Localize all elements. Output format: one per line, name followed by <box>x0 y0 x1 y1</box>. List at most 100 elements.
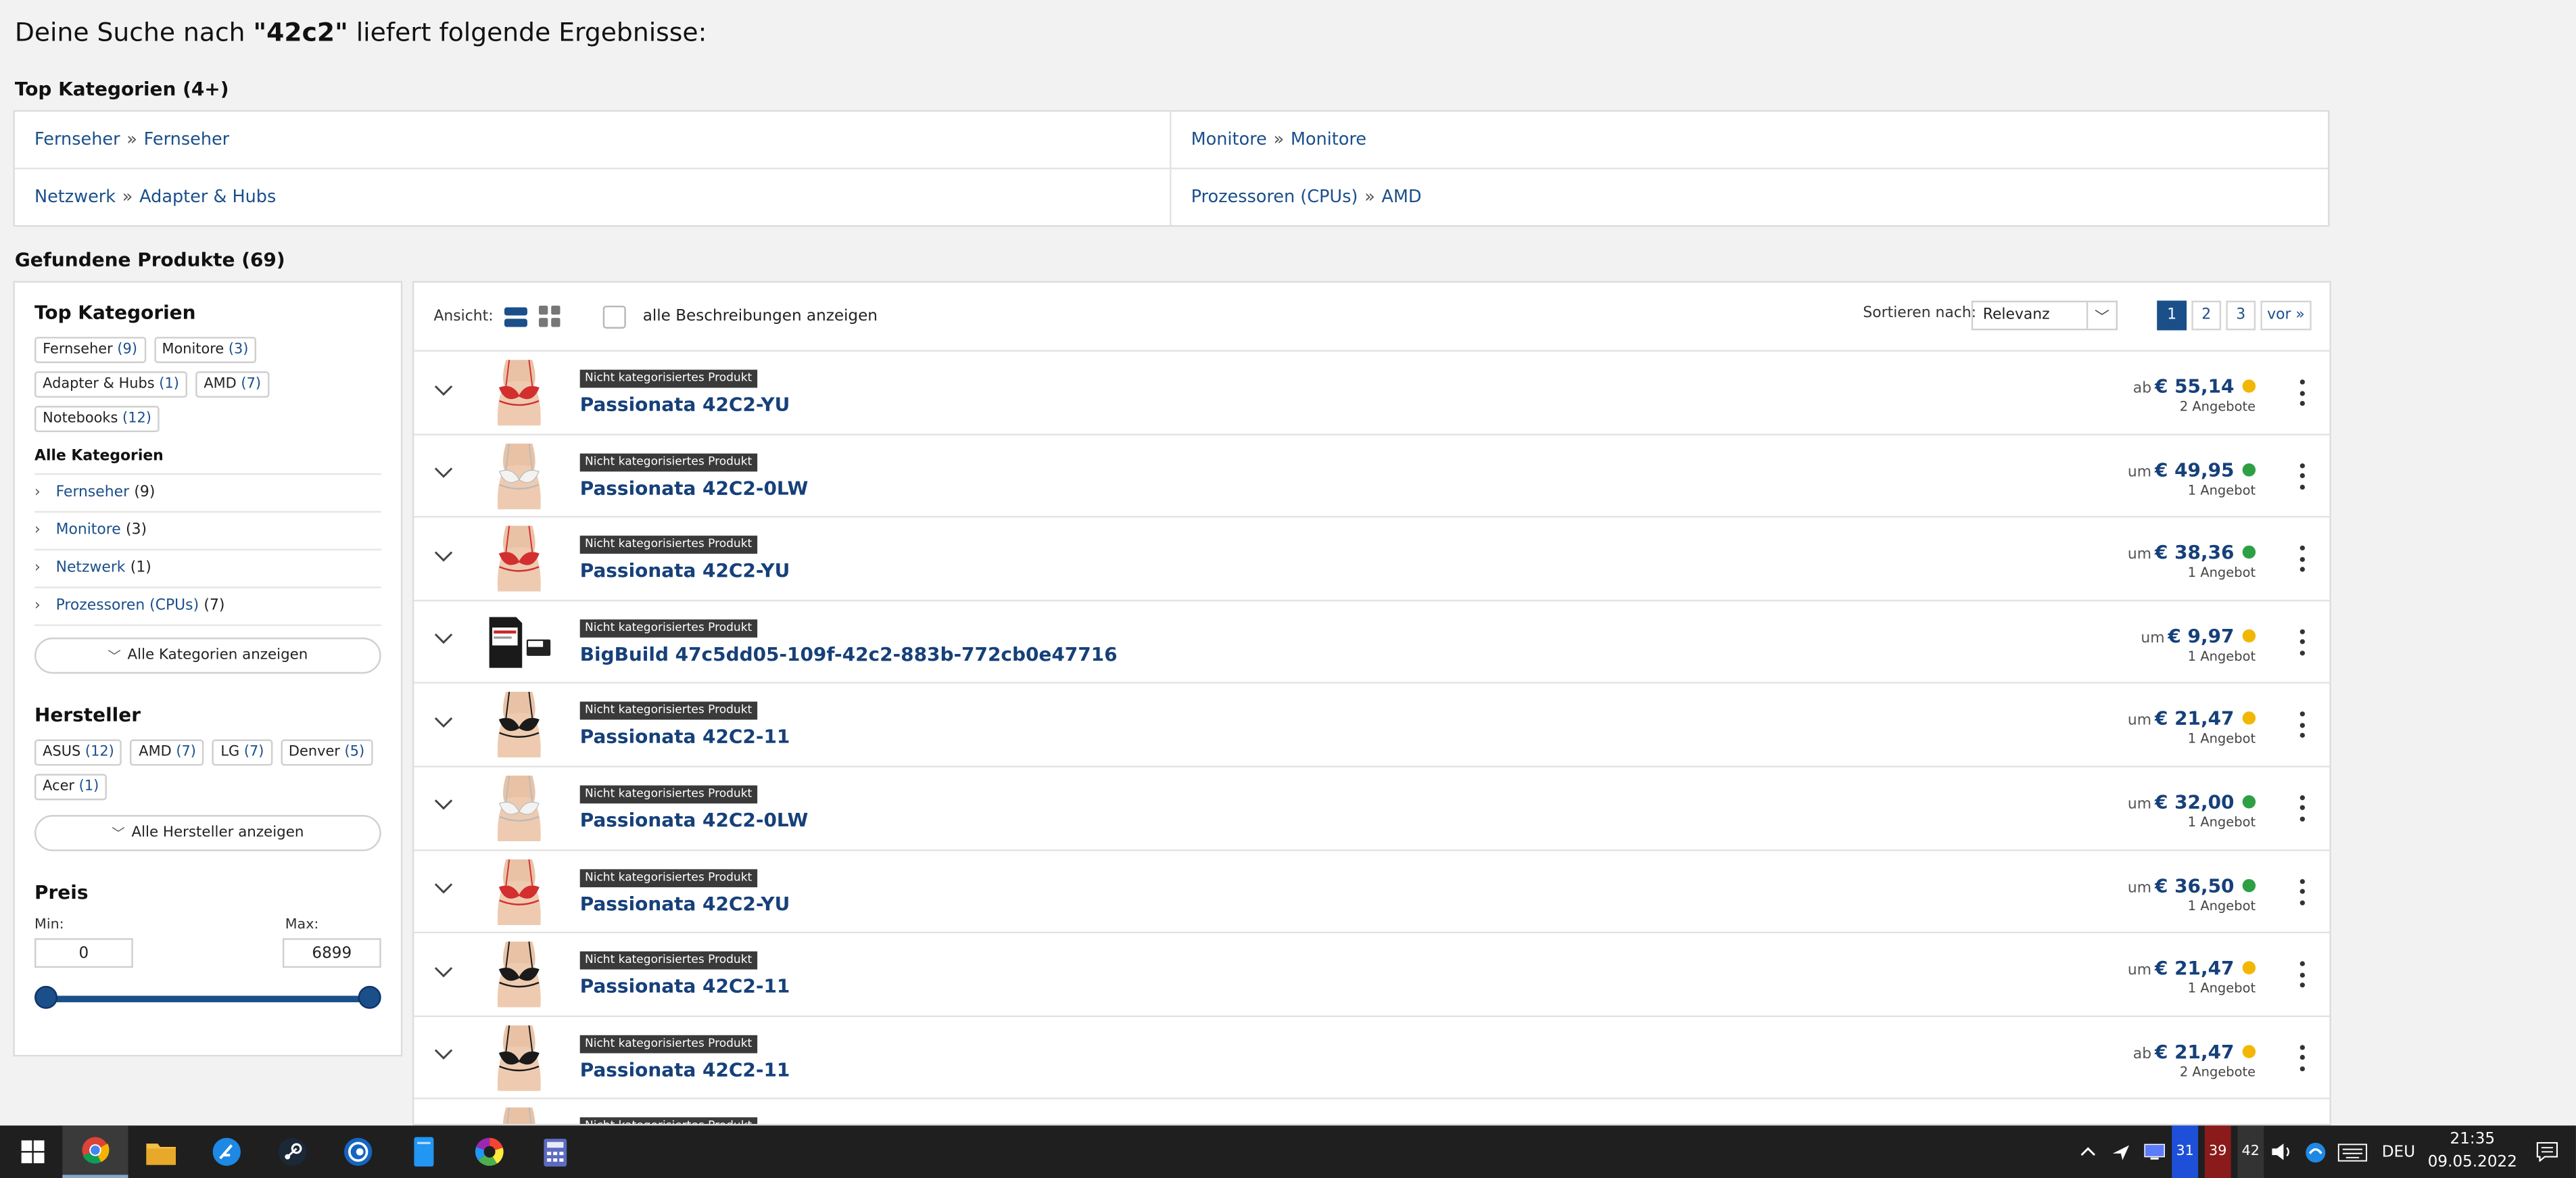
expand-chevron-icon[interactable] <box>433 629 453 649</box>
top-category-chip[interactable]: Adapter & Hubs (1) <box>34 371 188 398</box>
product-thumbnail[interactable] <box>486 360 552 426</box>
tray-badge-gray[interactable]: 42 <box>2237 1125 2264 1178</box>
uplay-icon[interactable] <box>325 1125 391 1178</box>
edge-icon[interactable] <box>2301 1125 2328 1178</box>
product-thumbnail[interactable] <box>486 609 552 675</box>
price-min-input[interactable] <box>34 938 133 968</box>
monitor-tray-icon[interactable] <box>2141 1125 2167 1178</box>
product-thumbnail[interactable] <box>486 525 552 592</box>
language-indicator[interactable]: DEU <box>2377 1125 2420 1178</box>
product-row[interactable]: Nicht kategorisiertes Produkt Passionata … <box>414 851 2330 934</box>
product-row[interactable]: Nicht kategorisiertes Produkt Passionata … <box>414 684 2330 768</box>
product-title-link[interactable]: Passionata 42C2-YU <box>580 891 790 914</box>
price-slider-min-handle[interactable] <box>34 985 58 1009</box>
product-title-link[interactable]: Passionata 42C2-YU <box>580 393 790 416</box>
tray-expand-icon[interactable] <box>2075 1125 2101 1178</box>
all-category-item[interactable]: › Netzwerk (1) <box>34 550 381 588</box>
calculator-icon[interactable] <box>523 1125 588 1178</box>
expand-chevron-icon[interactable] <box>433 379 453 399</box>
all-category-item[interactable]: › Monitore (3) <box>34 513 381 550</box>
top-category-parent-link[interactable]: Monitore <box>1191 129 1267 149</box>
price-max-input[interactable] <box>282 938 381 968</box>
windows-start-icon[interactable] <box>0 1125 66 1178</box>
keyboard-icon[interactable] <box>2335 1125 2370 1178</box>
expand-chevron-icon[interactable] <box>433 878 453 898</box>
product-row[interactable]: Nicht kategorisiertes Produkt Passionata … <box>414 934 2330 1017</box>
manufacturer-chip[interactable]: Denver (5) <box>280 739 373 766</box>
color-wheel-icon[interactable] <box>456 1125 522 1178</box>
manufacturer-chip[interactable]: LG (7) <box>212 739 272 766</box>
expand-chevron-icon[interactable] <box>433 1045 453 1064</box>
more-options-icon[interactable] <box>2295 961 2308 988</box>
pagination-page-2[interactable]: 2 <box>2191 300 2222 331</box>
product-row[interactable]: Nicht kategorisiertes Produkt Passionata … <box>414 518 2330 601</box>
product-thumbnail[interactable] <box>486 941 552 1008</box>
manufacturer-chip[interactable]: AMD (7) <box>130 739 205 766</box>
more-options-icon[interactable] <box>2295 712 2308 738</box>
manufacturer-chip[interactable]: Acer (1) <box>34 774 108 801</box>
expand-chevron-icon[interactable] <box>433 546 453 565</box>
product-thumbnail[interactable] <box>486 692 552 759</box>
tray-badge-red[interactable]: 39 <box>2204 1125 2231 1178</box>
product-row[interactable]: Nicht kategorisiertes Produkt Passionata … <box>414 1016 2330 1100</box>
product-title-link[interactable]: Passionata 42C2-0LW <box>580 476 809 499</box>
more-options-icon[interactable] <box>2295 463 2308 490</box>
more-options-icon[interactable] <box>2295 1044 2308 1071</box>
top-category-parent-link[interactable]: Netzwerk <box>34 187 116 206</box>
product-row[interactable]: Nicht kategorisiertes Produkt Passionata … <box>414 768 2330 851</box>
top-category-chip[interactable]: Fernseher (9) <box>34 337 146 363</box>
top-category-chip[interactable]: Monitore (3) <box>153 337 257 363</box>
expand-chevron-icon[interactable] <box>433 712 453 732</box>
pagination-page-1[interactable]: 1 <box>2157 300 2187 331</box>
top-category-child-link[interactable]: Monitore <box>1291 129 1366 149</box>
top-category-child-link[interactable]: Adapter & Hubs <box>139 187 276 206</box>
product-title-link[interactable]: Passionata 42C2-11 <box>580 1058 790 1081</box>
top-category-child-link[interactable]: AMD <box>1381 187 1421 206</box>
steam-icon[interactable] <box>260 1125 325 1178</box>
top-category-child-link[interactable]: Fernseher <box>144 129 230 149</box>
notes-app-icon[interactable] <box>391 1125 456 1178</box>
product-title-link[interactable]: Passionata 42C2-YU <box>580 559 790 582</box>
product-title-link[interactable]: Passionata 42C2-0LW <box>580 808 809 831</box>
taskbar-clock[interactable]: 21:35 09.05.2022 <box>2422 1129 2524 1175</box>
all-category-item[interactable]: › Prozessoren (CPUs) (7) <box>34 588 381 626</box>
pagination-next-button[interactable]: vor » <box>2260 300 2312 331</box>
show-descriptions-checkbox[interactable] <box>603 304 627 328</box>
more-options-icon[interactable] <box>2295 629 2308 655</box>
top-category-chip[interactable]: AMD (7) <box>195 371 270 398</box>
more-options-icon[interactable] <box>2295 379 2308 406</box>
more-options-icon[interactable] <box>2295 795 2308 822</box>
airplane-icon[interactable] <box>2107 1125 2134 1178</box>
product-title-link[interactable]: Passionata 42C2-11 <box>580 974 790 997</box>
product-thumbnail[interactable] <box>486 1108 552 1124</box>
manufacturer-chip[interactable]: ASUS (12) <box>34 739 122 766</box>
volume-icon[interactable] <box>2269 1125 2295 1178</box>
top-category-parent-link[interactable]: Prozessoren (CPUs) <box>1191 187 1358 206</box>
product-thumbnail[interactable] <box>486 858 552 924</box>
more-options-icon[interactable] <box>2295 878 2308 905</box>
product-thumbnail[interactable] <box>486 775 552 841</box>
product-title-link[interactable]: BigBuild 47c5dd05-109f-42c2-883b-772cb0e… <box>580 642 1118 665</box>
expand-chevron-icon[interactable] <box>433 463 453 482</box>
product-row[interactable]: Nicht kategorisiertes Produkt Passionata … <box>414 435 2330 518</box>
chrome-icon[interactable] <box>62 1125 128 1178</box>
pagination-page-3[interactable]: 3 <box>2226 300 2256 331</box>
feather-app-icon[interactable] <box>194 1125 260 1178</box>
product-thumbnail[interactable] <box>486 1024 552 1091</box>
file-explorer-icon[interactable] <box>128 1125 194 1178</box>
product-title-link[interactable]: Passionata 42C2-11 <box>580 725 790 748</box>
more-options-icon[interactable] <box>2295 546 2308 573</box>
show-all-categories-button[interactable]: ﹀ Alle Kategorien anzeigen <box>34 637 381 674</box>
show-all-manufacturers-button[interactable]: ﹀ Alle Hersteller anzeigen <box>34 815 381 851</box>
product-row[interactable]: Nicht kategorisiertes Produktum€ 39,62 <box>414 1100 2329 1124</box>
notification-center-icon[interactable] <box>2531 1125 2561 1178</box>
expand-chevron-icon[interactable] <box>433 962 453 981</box>
price-slider-max-handle[interactable] <box>358 985 381 1009</box>
all-category-item[interactable]: › Fernseher (9) <box>34 475 381 513</box>
grid-view-icon[interactable] <box>539 305 561 327</box>
top-category-chip[interactable]: Notebooks (12) <box>34 406 160 433</box>
product-row[interactable]: Nicht kategorisiertes Produkt Passionata … <box>414 352 2330 435</box>
tray-badge-blue[interactable]: 31 <box>2172 1125 2199 1178</box>
expand-chevron-icon[interactable] <box>433 795 453 815</box>
sort-select[interactable]: Relevanz ﹀ <box>1971 300 2118 331</box>
